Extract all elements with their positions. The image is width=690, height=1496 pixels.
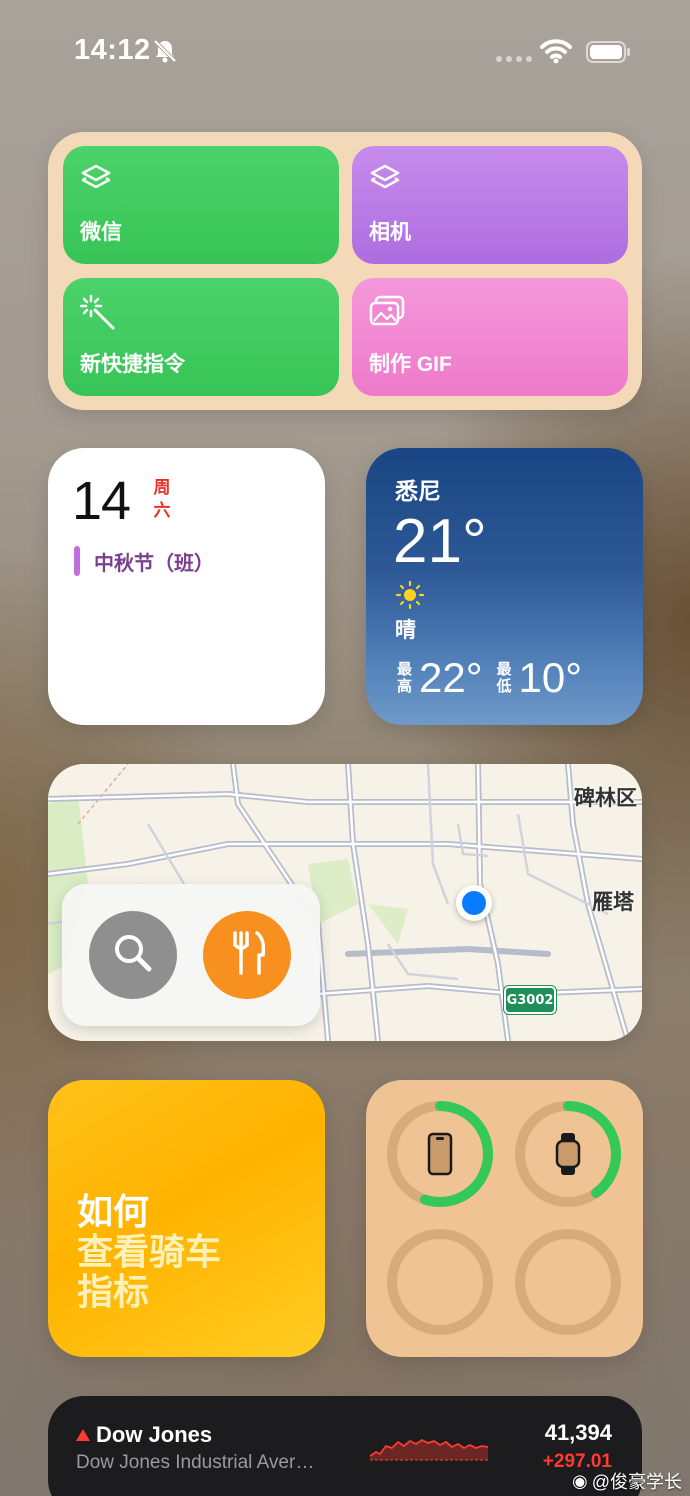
shortcut-label: 微信 [80,221,122,244]
calendar-event-title: 中秋节（班） [94,552,214,575]
calendar-event: 中秋节（班） [74,546,214,576]
weibo-logo-icon: ◉ [572,1470,588,1491]
watermark-text: @俊豪学长 [591,1472,682,1492]
stock-full-name: Dow Jones Industrial Aver… [76,1452,315,1473]
battery-icon [586,40,632,69]
status-time: 14:12 [74,34,151,66]
shortcut-label: 相机 [369,221,411,244]
low-label-line: 最 [496,661,512,678]
map-restaurants-button[interactable] [203,911,291,999]
weather-temp: 21° [393,507,487,576]
tips-line: 指标 [77,1271,150,1312]
fork-knife-icon [227,929,267,982]
stock-symbol: Dow Jones [76,1422,212,1448]
tips-line: 如何 [77,1191,150,1232]
magic-wand-icon [79,294,117,338]
battery-rings [387,1101,621,1335]
shortcut-label: 制作 GIF [369,353,452,376]
silent-bell-icon [152,38,178,69]
shortcut-wechat[interactable]: 微信 [63,146,339,264]
calendar-weekday: 周 六 [152,476,172,522]
low-label-line: 低 [496,678,512,695]
map-label-district: 碑林区 [574,787,637,810]
current-location-dot [456,885,492,921]
tips-line: 查看骑车 [77,1231,222,1272]
sun-icon [395,580,425,615]
stock-symbol-text: Dow Jones [96,1422,213,1447]
weather-widget[interactable]: 悉尼 21° 晴 最 高 22° 最 低 10° [366,448,643,725]
weather-city: 悉尼 [395,478,441,504]
battery-ring-track [515,1229,621,1335]
stock-price: 41,394 [544,1420,612,1445]
map-label-district: 雁塔 [592,891,634,914]
stocks-widget[interactable]: Dow Jones Dow Jones Industrial Aver… 41,… [48,1396,642,1496]
search-icon [110,930,156,981]
shortcut-make-gif[interactable]: 制作 GIF [352,278,628,396]
tips-widget[interactable]: 如何 查看骑车 指标 [48,1080,325,1357]
stock-sparkline [370,1438,488,1461]
high-label: 最 高 [397,661,415,695]
map-actions-panel [62,884,320,1026]
weather-condition: 晴 [395,619,416,642]
event-color-bar [74,546,80,576]
weather-high-low: 最 高 22° 最 低 10° [397,654,596,702]
maps-widget[interactable]: 碑林区 雁塔 G3002 [48,764,642,1041]
tips-text: 如何 查看骑车 指标 [77,1192,221,1312]
watch-icon [555,1133,581,1175]
batteries-widget[interactable] [366,1080,643,1357]
cellular-signal-icon [496,56,532,62]
calendar-day: 14 [72,471,131,531]
iphone-icon [427,1132,453,1176]
map-search-button[interactable] [89,911,177,999]
road-shield: G3002 [504,986,556,1014]
calendar-weekday-line: 周 [153,478,171,497]
watermark: ◉ @俊豪学长 [572,1468,682,1494]
high-label-line: 高 [397,678,413,695]
weather-low: 10° [518,654,583,701]
calendar-widget[interactable]: 14 周 六 中秋节（班） [48,448,325,725]
high-label-line: 最 [397,661,413,678]
shortcut-camera[interactable]: 相机 [352,146,628,264]
weather-high: 22° [419,654,483,701]
shortcut-label: 新快捷指令 [80,353,185,376]
battery-ring-track [387,1229,493,1335]
wifi-icon [540,38,572,69]
layers-icon [79,162,113,202]
shortcut-new[interactable]: 新快捷指令 [63,278,339,396]
low-label: 最 低 [497,661,515,695]
layers-icon [368,162,402,202]
stock-up-arrow-icon [76,1429,90,1441]
photos-icon [368,294,406,334]
shortcuts-widget: 微信 相机 新快捷指令 制作 GIF [48,132,642,410]
calendar-weekday-line: 六 [153,501,171,520]
